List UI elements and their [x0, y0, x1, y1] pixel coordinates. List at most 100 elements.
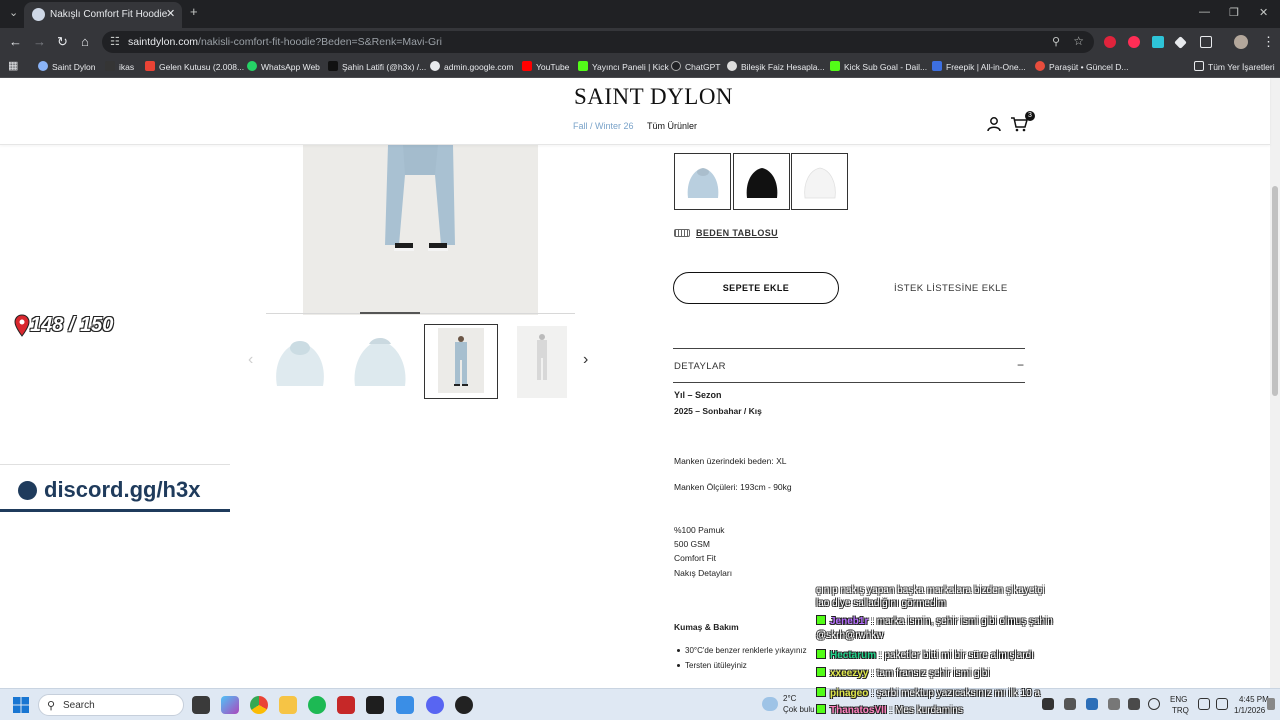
bookmark-item[interactable]: Gelen Kutusu (2.008...: [145, 61, 244, 72]
all-bookmarks-folder[interactable]: Tüm Yer İşaretleri: [1194, 61, 1275, 72]
size-chart-link[interactable]: BEDEN TABLOSU: [674, 228, 778, 238]
extension-icon[interactable]: [1152, 36, 1164, 48]
bookmark-item[interactable]: ChatGPT: [671, 61, 720, 72]
care-item: Tersten ütüleyiniz: [677, 661, 747, 670]
input-language[interactable]: ENG: [1170, 695, 1187, 704]
bookmark-item[interactable]: Saint Dylon: [38, 61, 95, 72]
chrome-icon[interactable]: [250, 696, 268, 714]
page-scrollbar[interactable]: [1270, 78, 1280, 688]
tray-icon[interactable]: [1086, 698, 1098, 710]
bookmark-item[interactable]: Freepik | All-in-One...: [932, 61, 1026, 72]
sub-goal-counter: 148 / 150: [30, 314, 114, 336]
site-logo[interactable]: SAINT DYLON: [574, 84, 733, 110]
extensions-puzzle-icon[interactable]: [1200, 36, 1212, 48]
address-bar[interactable]: ☷ saintdylon.com/nakisli-comfort-fit-hoo…: [102, 31, 1094, 53]
tab-close-icon[interactable]: ✕: [166, 7, 175, 20]
divider: [673, 382, 1025, 383]
discord-app-icon[interactable]: [426, 696, 444, 714]
wifi-icon[interactable]: [1198, 698, 1210, 710]
color-swatch-blue-grey[interactable]: [674, 153, 731, 210]
maximize-icon[interactable]: ❐: [1229, 6, 1239, 19]
add-to-wishlist-link[interactable]: İSTEK LİSTESİNE EKLE: [894, 283, 1008, 294]
tab-search-icon[interactable]: ⌄: [9, 6, 18, 19]
task-view-icon[interactable]: [192, 696, 210, 714]
details-accordion-title[interactable]: DETAYLAR: [674, 361, 726, 372]
bookmark-item[interactable]: ikas: [105, 61, 134, 72]
kick-badge-icon: [816, 687, 826, 697]
product-thumbnail[interactable]: [505, 324, 579, 399]
collapse-icon[interactable]: −: [1017, 358, 1024, 372]
windows-start-icon[interactable]: [13, 697, 29, 713]
thumbnail-next-icon[interactable]: ›: [583, 351, 588, 369]
bookmark-item[interactable]: Kick Sub Goal - Dail...: [830, 61, 927, 72]
bookmark-item[interactable]: YouTube: [522, 61, 569, 72]
thumbnail-prev-icon[interactable]: ‹: [248, 351, 253, 369]
tray-icon[interactable]: [1128, 698, 1140, 710]
zoom-icon[interactable]: ⚲: [1052, 35, 1060, 48]
ruler-icon: [674, 229, 690, 237]
profile-avatar[interactable]: [1234, 35, 1248, 49]
extension-icon[interactable]: [1174, 36, 1187, 49]
extension-icon[interactable]: [1128, 36, 1140, 48]
tray-icon[interactable]: [1108, 698, 1120, 710]
material-line: Nakış Detayları: [674, 568, 733, 578]
window-close-icon[interactable]: ✕: [1259, 6, 1268, 19]
copilot-icon[interactable]: [221, 696, 239, 714]
chat-message: ThanatosVII : Mes kurdamins: [816, 704, 963, 716]
tray-icon[interactable]: [1064, 698, 1076, 710]
forward-icon[interactable]: →: [33, 34, 46, 49]
bookmark-item[interactable]: Yayıncı Paneli | Kick: [578, 61, 669, 72]
file-explorer-icon[interactable]: [279, 696, 297, 714]
bookmark-item[interactable]: WhatsApp Web: [247, 61, 320, 72]
freepik-icon: [932, 61, 942, 71]
obs-icon[interactable]: [455, 696, 473, 714]
bookmarks-bar: ▦ Saint Dylon ikas Gelen Kutusu (2.008..…: [0, 56, 1280, 78]
notification-icon[interactable]: [1267, 698, 1275, 710]
app-icon[interactable]: [396, 696, 414, 714]
chatgpt-icon: [671, 61, 681, 71]
site-info-icon[interactable]: ☷: [110, 35, 120, 48]
product-thumbnail-selected[interactable]: [424, 324, 498, 399]
extension-icon[interactable]: [1104, 36, 1116, 48]
reload-icon[interactable]: ↻: [57, 34, 68, 50]
taskbar-search[interactable]: ⚲ Search: [38, 694, 184, 716]
spotify-icon[interactable]: [308, 696, 326, 714]
color-swatch-white[interactable]: [791, 153, 848, 210]
product-thumbnail[interactable]: [343, 324, 417, 399]
bookmark-item[interactable]: admin.google.com: [430, 61, 513, 72]
bookmark-item[interactable]: Şahin Latifi (@h3x) /...: [328, 61, 426, 72]
menu-kebab-icon[interactable]: ⋮: [1262, 34, 1275, 50]
input-layout[interactable]: TRQ: [1172, 706, 1189, 715]
app-icon[interactable]: [337, 696, 355, 714]
minimize-icon[interactable]: —: [1199, 6, 1210, 18]
bookmark-item[interactable]: Paraşüt • Güncel D...: [1035, 61, 1129, 72]
add-to-cart-button[interactable]: SEPETE EKLE: [673, 272, 839, 304]
clock-time[interactable]: 4:45 PM: [1239, 695, 1269, 704]
scrollbar-thumb[interactable]: [1272, 186, 1278, 396]
bookmark-item[interactable]: Bileşik Faiz Hesapla...: [727, 61, 825, 72]
whatsapp-icon: [247, 61, 257, 71]
home-icon[interactable]: ⌂: [81, 34, 89, 49]
microphone-icon[interactable]: [1148, 698, 1160, 710]
nav-link-all-products[interactable]: Tüm Ürünler: [647, 121, 697, 131]
discord-banner: discord.gg/h3x: [0, 464, 230, 512]
color-swatch-black[interactable]: [733, 153, 790, 210]
back-icon[interactable]: ←: [9, 34, 22, 49]
user-icon[interactable]: [986, 116, 1002, 132]
weather-icon[interactable]: [762, 697, 778, 711]
tray-icon[interactable]: [1042, 698, 1054, 710]
new-tab-icon[interactable]: +: [190, 4, 198, 19]
browser-tab[interactable]: Nakışlı Comfort Fit Hoodie ✕: [24, 2, 182, 28]
product-thumbnail[interactable]: [263, 324, 337, 399]
browser-toolbar: ← → ↻ ⌂ ☷ saintdylon.com/nakisli-comfort…: [0, 28, 1280, 56]
clock-date[interactable]: 1/1/2026: [1234, 706, 1265, 715]
volume-icon[interactable]: [1216, 698, 1228, 710]
product-main-image[interactable]: [303, 145, 538, 315]
material-line: Comfort Fit: [674, 553, 717, 563]
app-icon[interactable]: [366, 696, 384, 714]
chat-message: pinageo : şarbi mektup yazıcaksınız mı i…: [816, 687, 1040, 699]
browser-tab-bar: ⌄ Nakışlı Comfort Fit Hoodie ✕ + — ❐ ✕: [0, 0, 1280, 28]
nav-link-collection[interactable]: Fall / Winter 26: [573, 121, 634, 131]
apps-grid-icon[interactable]: ▦: [8, 59, 18, 72]
bookmark-star-icon[interactable]: ☆: [1073, 34, 1084, 48]
